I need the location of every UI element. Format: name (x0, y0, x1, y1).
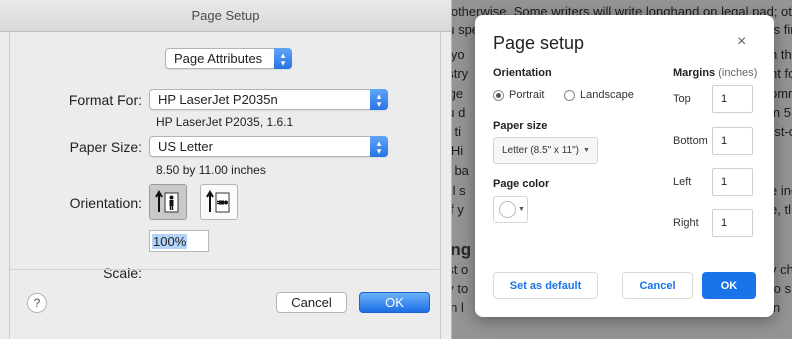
page-color-heading: Page color (493, 178, 550, 190)
set-as-default-button[interactable]: Set as default (493, 272, 598, 299)
scale-input[interactable]: 100% (149, 230, 209, 252)
paper-size-value: Letter (8.5" x 11") (502, 145, 579, 156)
portrait-person-icon (155, 190, 179, 213)
margin-right-label: Right (673, 217, 699, 229)
google-cancel-label: Cancel (639, 279, 676, 292)
mac-ok-button[interactable]: OK (359, 292, 430, 313)
radio-selected-icon (493, 89, 504, 101)
margins-heading-text: Margins (673, 67, 716, 79)
settings-menu-label: Page Attributes (174, 51, 263, 66)
landscape-orientation-button[interactable] (200, 184, 238, 220)
set-as-default-label: Set as default (509, 279, 582, 292)
paper-size-dropdown[interactable]: Letter (8.5" x 11") ▼ (493, 137, 598, 164)
help-button[interactable]: ? (27, 293, 47, 313)
scale-label: Scale: (103, 265, 142, 281)
google-ok-button[interactable]: OK (702, 272, 756, 299)
format-for-value: HP LaserJet P2035n (158, 92, 278, 107)
margin-top-input[interactable]: 1 (712, 85, 753, 113)
portrait-label: Portrait (509, 89, 545, 101)
margin-right-value: 1 (721, 217, 728, 229)
margin-top-label: Top (673, 93, 691, 105)
scale-value: 100% (152, 233, 188, 249)
portrait-orientation-button[interactable] (149, 184, 187, 220)
margin-bottom-label: Bottom (673, 135, 708, 147)
google-cancel-button[interactable]: Cancel (622, 272, 693, 299)
google-dialog-title: Page setup (493, 33, 585, 53)
margin-left-value: 1 (721, 176, 728, 188)
format-for-detail: HP LaserJet P2035, 1.6.1 (156, 115, 294, 129)
radio-unselected-icon (564, 89, 575, 101)
landscape-radio[interactable]: Landscape (564, 89, 634, 101)
format-for-select[interactable]: HP LaserJet P2035n ▴ ▾ (149, 89, 388, 110)
paper-size-select[interactable]: US Letter ▴ ▾ (149, 136, 388, 157)
mac-cancel-label: Cancel (291, 295, 332, 310)
mac-titlebar: Page Setup (0, 0, 451, 32)
dropdown-caret-icon: ▼ (518, 206, 525, 213)
landscape-label: Landscape (580, 89, 634, 101)
margin-top-value: 1 (721, 93, 728, 105)
popup-chevron-icon: ▴ ▾ (274, 48, 292, 69)
help-icon: ? (33, 296, 41, 310)
margin-left-input[interactable]: 1 (712, 168, 753, 196)
close-icon[interactable]: × (737, 33, 746, 51)
popup-chevron-icon: ▴ ▾ (370, 136, 388, 157)
paper-size-label: Paper Size: (69, 139, 142, 155)
landscape-person-icon (206, 190, 230, 213)
mac-divider (10, 269, 439, 270)
paper-size-heading: Paper size (493, 120, 548, 132)
margin-left-label: Left (673, 176, 692, 188)
mac-ok-label: OK (385, 295, 404, 310)
settings-menu-popup[interactable]: Page Attributes ▴ ▾ (165, 48, 292, 69)
margin-bottom-value: 1 (721, 135, 728, 147)
orientation-heading: Orientation (493, 67, 552, 79)
paper-size-detail: 8.50 by 11.00 inches (156, 163, 266, 177)
mac-page-setup-dialog: Page Setup Page Attributes ▴ ▾ Format For… (0, 0, 452, 339)
google-page-setup-dialog: Page setup × Orientation Portrait Landsc… (475, 15, 774, 317)
portrait-radio[interactable]: Portrait (493, 89, 544, 101)
margins-heading: Margins (inches) (673, 67, 757, 79)
margins-unit: (inches) (718, 67, 758, 79)
margin-right-input[interactable]: 1 (712, 209, 753, 237)
mac-dialog-title: Page Setup (191, 8, 260, 23)
format-for-label: Format For: (68, 92, 142, 108)
margin-bottom-input[interactable]: 1 (712, 127, 753, 155)
popup-chevron-icon: ▴ ▾ (370, 89, 388, 110)
dropdown-caret-icon: ▼ (582, 147, 590, 154)
google-ok-label: OK (720, 279, 738, 292)
mac-cancel-button[interactable]: Cancel (276, 292, 347, 313)
color-swatch (499, 201, 516, 218)
page-color-picker[interactable]: ▼ (493, 196, 528, 223)
orientation-label: Orientation: (69, 195, 142, 211)
paper-size-value: US Letter (158, 139, 213, 154)
